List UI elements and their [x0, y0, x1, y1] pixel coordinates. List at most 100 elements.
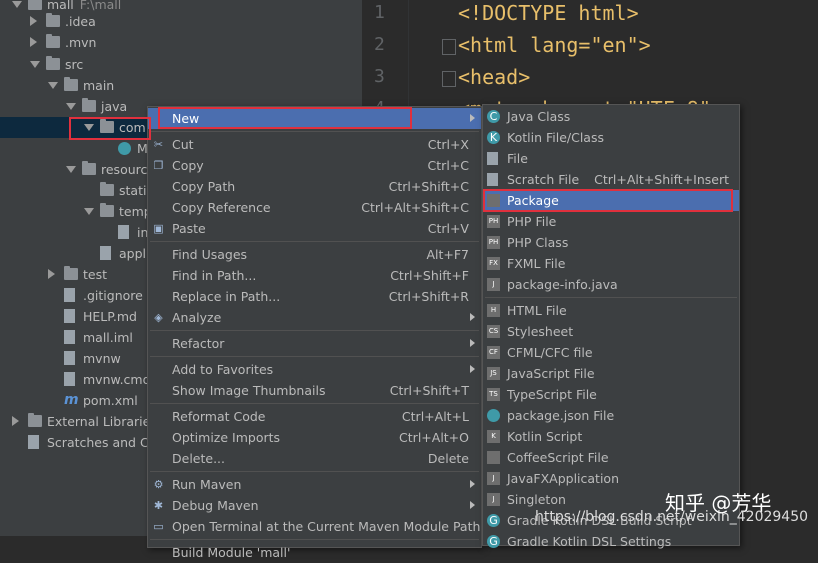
- chevron-down-icon[interactable]: [12, 1, 22, 8]
- tree-item-text: Scratches and Co: [47, 435, 157, 450]
- chevron-down-icon[interactable]: [30, 61, 40, 68]
- context-menu-item-label: Optimize Imports: [172, 430, 281, 445]
- chevron-down-icon[interactable]: [66, 166, 76, 173]
- tree-item-text: .gitignore: [83, 288, 143, 303]
- shortcut-label: Ctrl+Alt+L: [401, 409, 469, 424]
- new-submenu-item[interactable]: FX FXML File: [483, 253, 739, 274]
- folder-icon: [82, 161, 96, 175]
- javafx-icon: J: [487, 472, 500, 485]
- tree-item-text: .idea: [65, 14, 96, 29]
- context-menu-item[interactable]: Build Module 'mall': [148, 542, 481, 563]
- context-menu-item[interactable]: ✂ Cut Ctrl+X: [148, 134, 481, 155]
- context-menu-item[interactable]: Show Image Thumbnails Ctrl+Shift+T: [148, 380, 481, 401]
- chevron-down-icon[interactable]: [48, 82, 58, 89]
- new-submenu-item[interactable]: PH PHP File: [483, 211, 739, 232]
- npm-icon: [487, 409, 500, 422]
- tree-item-label: .idea: [65, 11, 96, 32]
- tree-item[interactable]: src: [0, 54, 362, 75]
- new-submenu-item-label: TypeScript File: [507, 387, 597, 402]
- context-menu-item[interactable]: ❐ Copy Ctrl+C: [148, 155, 481, 176]
- context-menu-item-label: Reformat Code: [172, 409, 266, 424]
- chevron-down-icon[interactable]: [84, 124, 94, 131]
- context-menu-item-label: Add to Favorites: [172, 362, 274, 377]
- new-submenu-item[interactable]: Scratch File Ctrl+Alt+Shift+Insert: [483, 169, 739, 190]
- new-submenu-item[interactable]: Package: [483, 190, 739, 211]
- new-submenu-item[interactable]: G Gradle Kotlin DSL Settings: [483, 531, 739, 552]
- chevron-right-icon[interactable]: [12, 416, 19, 426]
- fold-marker-icon[interactable]: [442, 39, 456, 55]
- chevron-right-icon[interactable]: [48, 269, 55, 279]
- file-icon: [118, 225, 129, 239]
- new-submenu-item[interactable]: File: [483, 148, 739, 169]
- context-menu-item-label: Cut: [172, 137, 194, 152]
- tree-item-label: appli: [119, 243, 149, 264]
- new-submenu-item[interactable]: CS Stylesheet: [483, 321, 739, 342]
- context-menu-item-label: Copy Path: [172, 179, 236, 194]
- context-menu-item[interactable]: Add to Favorites: [148, 359, 481, 380]
- new-submenu-item-label: Gradle Kotlin DSL Settings: [507, 534, 672, 549]
- singleton-icon: J: [487, 493, 500, 506]
- context-menu-item-label: Copy Reference: [172, 200, 271, 215]
- gradle-settings-icon: G: [487, 535, 500, 548]
- new-submenu-item-label: Package: [507, 193, 559, 208]
- new-submenu-item[interactable]: CoffeeScript File: [483, 447, 739, 468]
- file-icon: [64, 330, 75, 344]
- chevron-right-icon[interactable]: [30, 16, 37, 26]
- tree-item[interactable]: .idea: [0, 11, 362, 32]
- tree-item-label: src: [65, 54, 83, 75]
- context-menu-item[interactable]: Reformat Code Ctrl+Alt+L: [148, 406, 481, 427]
- context-menu-item[interactable]: ⚙ Run Maven: [148, 474, 481, 495]
- context-menu-item[interactable]: Refactor: [148, 333, 481, 354]
- maven-icon: m: [64, 392, 79, 408]
- new-submenu-item[interactable]: K Kotlin Script: [483, 426, 739, 447]
- context-menu-item[interactable]: ✱ Debug Maven: [148, 495, 481, 516]
- fold-marker-icon[interactable]: [442, 71, 456, 87]
- tree-item-label: mall.iml: [83, 327, 133, 348]
- context-menu-item[interactable]: ▣ Paste Ctrl+V: [148, 218, 481, 239]
- new-submenu-item-label: Scratch File: [507, 172, 580, 187]
- context-menu-item-label: Debug Maven: [172, 498, 259, 513]
- context-menu-item[interactable]: New: [148, 108, 481, 129]
- new-submenu-item[interactable]: C Java Class: [483, 106, 739, 127]
- new-submenu-item[interactable]: CF CFML/CFC file: [483, 342, 739, 363]
- menu-separator: [150, 131, 479, 132]
- context-menu-item[interactable]: Delete... Delete: [148, 448, 481, 469]
- line-number: 3: [374, 66, 385, 87]
- code-line[interactable]: <!DOCTYPE html>: [458, 0, 639, 26]
- new-submenu-item[interactable]: K Kotlin File/Class: [483, 127, 739, 148]
- new-submenu-item[interactable]: package.json File: [483, 405, 739, 426]
- new-submenu-item-label: Kotlin File/Class: [507, 130, 604, 145]
- context-menu-item[interactable]: Copy Path Ctrl+Shift+C: [148, 176, 481, 197]
- php-class-icon: PH: [487, 236, 500, 249]
- context-menu-item[interactable]: Copy Reference Ctrl+Alt+Shift+C: [148, 197, 481, 218]
- new-submenu-item-label: Kotlin Script: [507, 429, 583, 444]
- new-submenu-item[interactable]: PH PHP Class: [483, 232, 739, 253]
- context-menu-item[interactable]: Find Usages Alt+F7: [148, 244, 481, 265]
- chevron-down-icon[interactable]: [66, 103, 76, 110]
- new-submenu-item[interactable]: J JavaFXApplication: [483, 468, 739, 489]
- context-menu-item[interactable]: ▭ Open Terminal at the Current Maven Modu…: [148, 516, 481, 537]
- csdn-url-watermark: https://blog.csdn.net/weixin_42029450: [535, 509, 809, 525]
- new-submenu-item[interactable]: Jpackage-info.java: [483, 274, 739, 295]
- tree-item[interactable]: main: [0, 75, 362, 96]
- new-submenu-item-label: FXML File: [507, 256, 566, 271]
- new-submenu-item[interactable]: TS TypeScript File: [483, 384, 739, 405]
- folder-icon: [46, 56, 60, 70]
- submenu-arrow-icon: [470, 114, 475, 122]
- context-menu-item-label: Analyze: [172, 310, 222, 325]
- menu-separator: [150, 241, 479, 242]
- context-menu-item[interactable]: Find in Path... Ctrl+Shift+F: [148, 265, 481, 286]
- context-menu-item[interactable]: Replace in Path... Ctrl+Shift+R: [148, 286, 481, 307]
- code-line[interactable]: <html lang="en">: [458, 32, 651, 58]
- code-line[interactable]: <head>: [458, 64, 530, 90]
- chevron-down-icon[interactable]: [84, 208, 94, 215]
- tree-item[interactable]: .mvn: [0, 32, 362, 53]
- context-menu-item[interactable]: Optimize Imports Ctrl+Alt+O: [148, 427, 481, 448]
- new-submenu-item[interactable]: H HTML File: [483, 300, 739, 321]
- context-menu-item-label: Find in Path...: [172, 268, 257, 283]
- chevron-right-icon[interactable]: [30, 37, 37, 47]
- context-menu-item[interactable]: ◈ Analyze: [148, 307, 481, 328]
- tree-item-label: HELP.md: [83, 306, 137, 327]
- new-submenu-item[interactable]: JS JavaScript File: [483, 363, 739, 384]
- context-menu-item-label: Refactor: [172, 336, 225, 351]
